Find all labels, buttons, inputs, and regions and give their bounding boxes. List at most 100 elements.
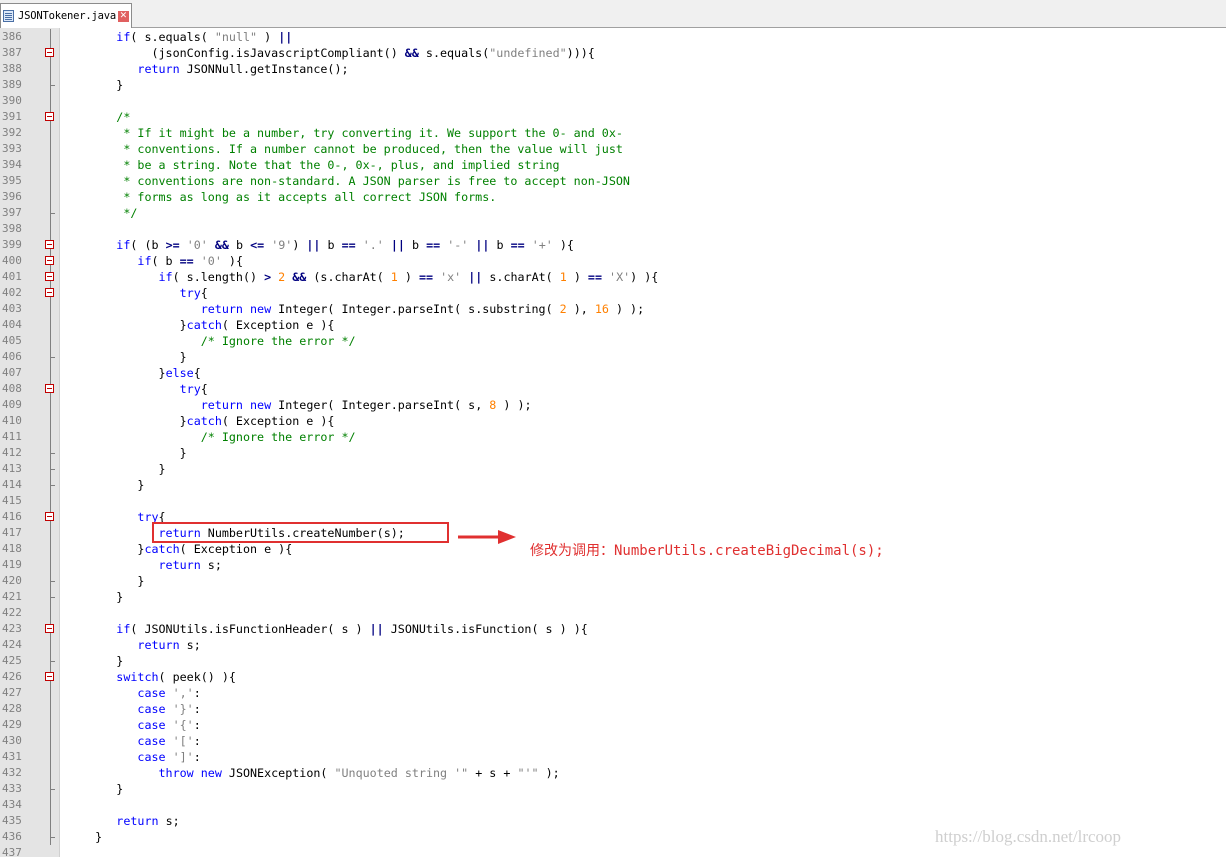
code-line[interactable]: 429 case '{':	[0, 717, 1226, 733]
code-token: 'X'	[609, 270, 631, 284]
code-line[interactable]: 386 if( s.equals( "null" ) ||	[0, 29, 1226, 45]
code-line[interactable]: 403 return new Integer( Integer.parseInt…	[0, 301, 1226, 317]
code-line[interactable]: 424 return s;	[0, 637, 1226, 653]
close-tab-icon[interactable]: ✕	[117, 10, 129, 22]
code-line[interactable]: 399 if( (b >= '0' && b <= '9') || b == '…	[0, 237, 1226, 253]
fold-end-marker	[50, 213, 55, 214]
code-line[interactable]: 420 }	[0, 573, 1226, 589]
code-line[interactable]: 398	[0, 221, 1226, 237]
fold-collapse-icon[interactable]	[45, 256, 54, 265]
code-line[interactable]: 395 * conventions are non-standard. A JS…	[0, 173, 1226, 189]
code-token: Integer( Integer.parseInt( s.substring(	[271, 302, 560, 316]
code-token: "undefined"	[489, 46, 567, 60]
fold-collapse-icon[interactable]	[45, 512, 54, 521]
code-line[interactable]: 400 if( b == '0' ){	[0, 253, 1226, 269]
code-token: ==	[179, 254, 194, 268]
code-text: }	[60, 349, 187, 365]
fold-end-marker	[50, 85, 55, 86]
code-line[interactable]: 427 case ',':	[0, 685, 1226, 701]
code-line[interactable]: 426 switch( peek() ){	[0, 669, 1226, 685]
code-token: '['	[172, 734, 194, 748]
code-token: ( Exception e ){	[221, 318, 335, 332]
code-token: ) );	[496, 398, 532, 412]
code-line[interactable]: 431 case ']':	[0, 749, 1226, 765]
code-line[interactable]: 408 try{	[0, 381, 1226, 397]
code-line[interactable]: 412 }	[0, 445, 1226, 461]
code-line[interactable]: 425 }	[0, 653, 1226, 669]
code-editor[interactable]: 386 if( s.equals( "null" ) || 387 (jsonCo…	[0, 29, 1226, 861]
code-line[interactable]: 422	[0, 605, 1226, 621]
code-line[interactable]: 437	[0, 845, 1226, 861]
code-token: ( JSONUtils.isFunctionHeader( s )	[130, 622, 370, 636]
code-line[interactable]: 392 * If it might be a number, try conve…	[0, 125, 1226, 141]
code-token: JSONNull.getInstance();	[179, 62, 349, 76]
code-line[interactable]: 388 return JSONNull.getInstance();	[0, 61, 1226, 77]
code-line[interactable]: 393 * conventions. If a number cannot be…	[0, 141, 1226, 157]
line-number: 414	[2, 478, 22, 491]
code-line[interactable]: 401 if( s.length() > 2 && (s.charAt( 1 )…	[0, 269, 1226, 285]
code-line[interactable]: 428 case '}':	[0, 701, 1226, 717]
code-text: return s;	[60, 813, 179, 829]
code-line[interactable]: 387 (jsonConfig.isJavascriptCompliant() …	[0, 45, 1226, 61]
code-line[interactable]: 423 if( JSONUtils.isFunctionHeader( s ) …	[0, 621, 1226, 637]
fold-collapse-icon[interactable]	[45, 288, 54, 297]
code-token: new	[250, 302, 272, 316]
fold-collapse-icon[interactable]	[45, 624, 54, 633]
code-line[interactable]: 411 /* Ignore the error */	[0, 429, 1226, 445]
code-line[interactable]: 402 try{	[0, 285, 1226, 301]
code-line[interactable]: 406 }	[0, 349, 1226, 365]
code-token: try	[179, 286, 201, 300]
fold-collapse-icon[interactable]	[45, 240, 54, 249]
code-line[interactable]: 421 }	[0, 589, 1226, 605]
line-number: 434	[2, 798, 22, 811]
code-line[interactable]: 390	[0, 93, 1226, 109]
fold-collapse-icon[interactable]	[45, 672, 54, 681]
line-number: 401	[2, 270, 22, 283]
code-line[interactable]: 434	[0, 797, 1226, 813]
watermark: https://blog.csdn.net/lrcoop	[935, 827, 1122, 846]
code-line[interactable]: 396 * forms as long as it accepts all co…	[0, 189, 1226, 205]
line-number: 419	[2, 558, 22, 571]
code-token: else	[165, 366, 194, 380]
code-line[interactable]: 404 }catch( Exception e ){	[0, 317, 1226, 333]
code-line[interactable]: 409 return new Integer( Integer.parseInt…	[0, 397, 1226, 413]
code-line[interactable]: 394 * be a string. Note that the 0-, 0x-…	[0, 157, 1226, 173]
code-token: }	[60, 366, 166, 380]
code-line[interactable]: 391 /*	[0, 109, 1226, 125]
code-line[interactable]: 407 }else{	[0, 365, 1226, 381]
fold-collapse-icon[interactable]	[45, 272, 54, 281]
code-token: ==	[510, 238, 525, 252]
code-line[interactable]: 413 }	[0, 461, 1226, 477]
code-token: * be a string. Note that the 0-, 0x-, pl…	[60, 158, 560, 172]
fold-collapse-icon[interactable]	[45, 384, 54, 393]
code-line[interactable]: 389 }	[0, 77, 1226, 93]
fold-collapse-icon[interactable]	[45, 112, 54, 121]
code-token: }	[60, 462, 166, 476]
code-token: case	[137, 750, 166, 764]
code-token: case	[137, 686, 166, 700]
fold-end-marker	[50, 837, 55, 838]
code-line[interactable]: 415	[0, 493, 1226, 509]
code-token: ) ){	[630, 270, 659, 284]
line-number: 393	[2, 142, 22, 155]
code-line[interactable]: 414 }	[0, 477, 1226, 493]
code-line[interactable]: 397 */	[0, 205, 1226, 221]
code-line[interactable]: 430 case '[':	[0, 733, 1226, 749]
fold-collapse-icon[interactable]	[45, 48, 54, 57]
code-token: }	[60, 830, 103, 844]
code-line[interactable]: 405 /* Ignore the error */	[0, 333, 1226, 349]
fold-guide	[50, 733, 51, 749]
fold-guide	[50, 317, 51, 333]
code-line[interactable]: 410 }catch( Exception e ){	[0, 413, 1226, 429]
file-tab[interactable]: JSONTokener.java ✕	[0, 3, 132, 28]
code-line[interactable]: 433 }	[0, 781, 1226, 797]
code-line[interactable]: 432 throw new JSONException( "Unquoted s…	[0, 765, 1226, 781]
code-token: )	[257, 30, 279, 44]
code-text: return new Integer( Integer.parseInt( s,…	[60, 397, 532, 413]
code-text: return JSONNull.getInstance();	[60, 61, 349, 77]
